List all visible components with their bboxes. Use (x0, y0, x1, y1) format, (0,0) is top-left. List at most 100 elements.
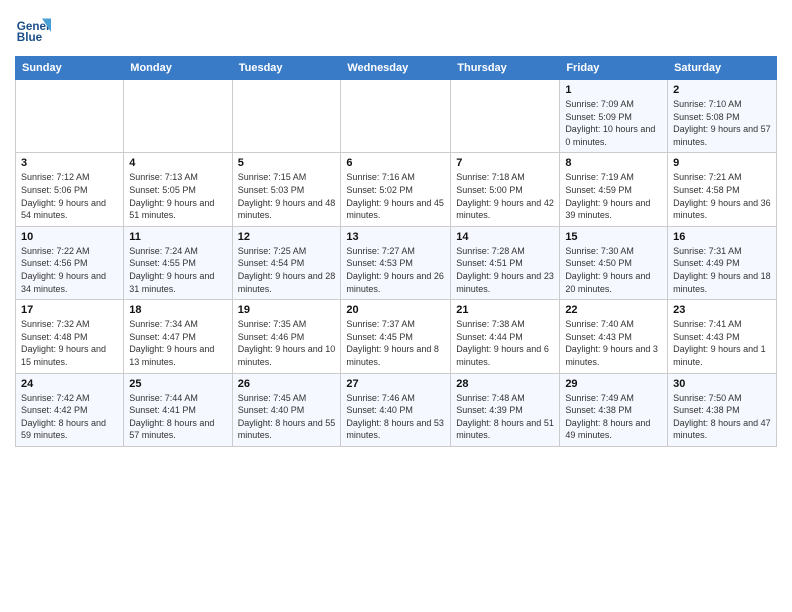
calendar-cell: 10 Sunrise: 7:22 AM Sunset: 4:56 PM Dayli… (16, 226, 124, 299)
calendar-week-5: 24 Sunrise: 7:42 AM Sunset: 4:42 PM Dayli… (16, 373, 777, 446)
calendar-cell: 5 Sunrise: 7:15 AM Sunset: 5:03 PM Daylig… (232, 153, 341, 226)
calendar-cell: 18 Sunrise: 7:34 AM Sunset: 4:47 PM Dayli… (124, 300, 232, 373)
calendar-cell (16, 80, 124, 153)
day-info: Sunrise: 7:18 AM Sunset: 5:00 PM Dayligh… (456, 171, 554, 221)
day-number: 16 (673, 231, 771, 243)
calendar: SundayMondayTuesdayWednesdayThursdayFrid… (15, 56, 777, 447)
day-number: 9 (673, 157, 771, 169)
day-number: 4 (129, 157, 226, 169)
day-info: Sunrise: 7:13 AM Sunset: 5:05 PM Dayligh… (129, 171, 226, 221)
calendar-cell: 27 Sunrise: 7:46 AM Sunset: 4:40 PM Dayli… (341, 373, 451, 446)
day-info: Sunrise: 7:16 AM Sunset: 5:02 PM Dayligh… (346, 171, 445, 221)
day-info: Sunrise: 7:34 AM Sunset: 4:47 PM Dayligh… (129, 318, 226, 368)
day-info: Sunrise: 7:40 AM Sunset: 4:43 PM Dayligh… (565, 318, 662, 368)
day-number: 1 (565, 84, 662, 96)
col-header-sunday: Sunday (16, 57, 124, 80)
day-info: Sunrise: 7:25 AM Sunset: 4:54 PM Dayligh… (238, 245, 336, 295)
day-info: Sunrise: 7:38 AM Sunset: 4:44 PM Dayligh… (456, 318, 554, 368)
day-number: 19 (238, 304, 336, 316)
day-info: Sunrise: 7:28 AM Sunset: 4:51 PM Dayligh… (456, 245, 554, 295)
calendar-cell: 3 Sunrise: 7:12 AM Sunset: 5:06 PM Daylig… (16, 153, 124, 226)
calendar-cell: 11 Sunrise: 7:24 AM Sunset: 4:55 PM Dayli… (124, 226, 232, 299)
calendar-week-2: 3 Sunrise: 7:12 AM Sunset: 5:06 PM Daylig… (16, 153, 777, 226)
calendar-cell: 30 Sunrise: 7:50 AM Sunset: 4:38 PM Dayli… (668, 373, 777, 446)
day-info: Sunrise: 7:45 AM Sunset: 4:40 PM Dayligh… (238, 392, 336, 442)
day-number: 20 (346, 304, 445, 316)
calendar-header-row: SundayMondayTuesdayWednesdayThursdayFrid… (16, 57, 777, 80)
calendar-cell: 17 Sunrise: 7:32 AM Sunset: 4:48 PM Dayli… (16, 300, 124, 373)
calendar-cell: 21 Sunrise: 7:38 AM Sunset: 4:44 PM Dayli… (451, 300, 560, 373)
day-number: 29 (565, 378, 662, 390)
calendar-cell: 7 Sunrise: 7:18 AM Sunset: 5:00 PM Daylig… (451, 153, 560, 226)
calendar-cell: 26 Sunrise: 7:45 AM Sunset: 4:40 PM Dayli… (232, 373, 341, 446)
day-number: 18 (129, 304, 226, 316)
col-header-wednesday: Wednesday (341, 57, 451, 80)
day-number: 12 (238, 231, 336, 243)
day-number: 21 (456, 304, 554, 316)
day-info: Sunrise: 7:49 AM Sunset: 4:38 PM Dayligh… (565, 392, 662, 442)
logo-icon: General Blue (15, 14, 51, 50)
calendar-cell: 20Sunrise: 7:37 AM Sunset: 4:45 PM Dayli… (341, 300, 451, 373)
day-info: Sunrise: 7:46 AM Sunset: 4:40 PM Dayligh… (346, 392, 445, 442)
calendar-cell: 29 Sunrise: 7:49 AM Sunset: 4:38 PM Dayli… (560, 373, 668, 446)
day-info: Sunrise: 7:31 AM Sunset: 4:49 PM Dayligh… (673, 245, 771, 295)
day-number: 22 (565, 304, 662, 316)
calendar-week-1: 1 Sunrise: 7:09 AM Sunset: 5:09 PM Daylig… (16, 80, 777, 153)
day-number: 24 (21, 378, 118, 390)
calendar-cell: 13Sunrise: 7:27 AM Sunset: 4:53 PM Dayli… (341, 226, 451, 299)
day-number: 7 (456, 157, 554, 169)
header: General Blue (15, 10, 777, 50)
calendar-cell: 19Sunrise: 7:35 AM Sunset: 4:46 PM Dayli… (232, 300, 341, 373)
day-info: Sunrise: 7:42 AM Sunset: 4:42 PM Dayligh… (21, 392, 118, 442)
day-info: Sunrise: 7:10 AM Sunset: 5:08 PM Dayligh… (673, 98, 771, 148)
day-number: 30 (673, 378, 771, 390)
day-number: 8 (565, 157, 662, 169)
col-header-monday: Monday (124, 57, 232, 80)
day-number: 17 (21, 304, 118, 316)
calendar-cell: 25 Sunrise: 7:44 AM Sunset: 4:41 PM Dayli… (124, 373, 232, 446)
calendar-cell: 2 Sunrise: 7:10 AM Sunset: 5:08 PM Daylig… (668, 80, 777, 153)
calendar-cell: 16 Sunrise: 7:31 AM Sunset: 4:49 PM Dayli… (668, 226, 777, 299)
calendar-cell (341, 80, 451, 153)
day-number: 26 (238, 378, 336, 390)
calendar-week-4: 17 Sunrise: 7:32 AM Sunset: 4:48 PM Dayli… (16, 300, 777, 373)
col-header-saturday: Saturday (668, 57, 777, 80)
calendar-cell: 28 Sunrise: 7:48 AM Sunset: 4:39 PM Dayli… (451, 373, 560, 446)
col-header-friday: Friday (560, 57, 668, 80)
svg-text:Blue: Blue (17, 31, 43, 44)
day-info: Sunrise: 7:12 AM Sunset: 5:06 PM Dayligh… (21, 171, 118, 221)
day-number: 28 (456, 378, 554, 390)
day-number: 2 (673, 84, 771, 96)
day-info: Sunrise: 7:32 AM Sunset: 4:48 PM Dayligh… (21, 318, 118, 368)
day-number: 15 (565, 231, 662, 243)
day-info: Sunrise: 7:21 AM Sunset: 4:58 PM Dayligh… (673, 171, 771, 221)
day-number: 10 (21, 231, 118, 243)
day-number: 23 (673, 304, 771, 316)
day-info: Sunrise: 7:22 AM Sunset: 4:56 PM Dayligh… (21, 245, 118, 295)
day-number: 14 (456, 231, 554, 243)
day-number: 25 (129, 378, 226, 390)
day-number: 11 (129, 231, 226, 243)
day-number: 3 (21, 157, 118, 169)
calendar-cell: 15Sunrise: 7:30 AM Sunset: 4:50 PM Dayli… (560, 226, 668, 299)
day-info: Sunrise: 7:44 AM Sunset: 4:41 PM Dayligh… (129, 392, 226, 442)
day-number: 13 (346, 231, 445, 243)
day-info: Sunrise: 7:48 AM Sunset: 4:39 PM Dayligh… (456, 392, 554, 442)
day-number: 27 (346, 378, 445, 390)
col-header-thursday: Thursday (451, 57, 560, 80)
calendar-cell: 1 Sunrise: 7:09 AM Sunset: 5:09 PM Daylig… (560, 80, 668, 153)
day-info: Sunrise: 7:50 AM Sunset: 4:38 PM Dayligh… (673, 392, 771, 442)
day-info: Sunrise: 7:15 AM Sunset: 5:03 PM Dayligh… (238, 171, 336, 221)
calendar-cell: 8 Sunrise: 7:19 AM Sunset: 4:59 PM Daylig… (560, 153, 668, 226)
day-info: Sunrise: 7:09 AM Sunset: 5:09 PM Dayligh… (565, 98, 662, 148)
calendar-cell (451, 80, 560, 153)
calendar-cell: 6 Sunrise: 7:16 AM Sunset: 5:02 PM Daylig… (341, 153, 451, 226)
day-number: 5 (238, 157, 336, 169)
page: General Blue SundayMondayTuesdayWednesda… (0, 0, 792, 457)
calendar-cell: 14 Sunrise: 7:28 AM Sunset: 4:51 PM Dayli… (451, 226, 560, 299)
day-info: Sunrise: 7:19 AM Sunset: 4:59 PM Dayligh… (565, 171, 662, 221)
day-info: Sunrise: 7:41 AM Sunset: 4:43 PM Dayligh… (673, 318, 771, 368)
day-info: Sunrise: 7:24 AM Sunset: 4:55 PM Dayligh… (129, 245, 226, 295)
calendar-cell: 4 Sunrise: 7:13 AM Sunset: 5:05 PM Daylig… (124, 153, 232, 226)
day-number: 6 (346, 157, 445, 169)
